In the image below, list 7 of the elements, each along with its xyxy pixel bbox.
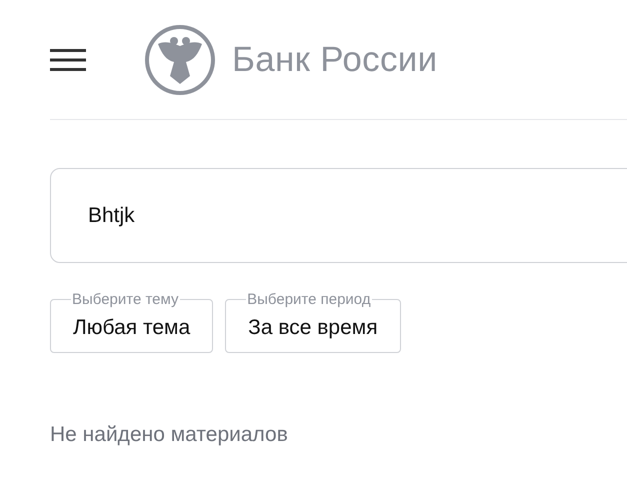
brand-name: Банк России <box>232 40 438 80</box>
eagle-icon <box>144 24 216 96</box>
empty-message: Не найдено материалов <box>50 423 289 447</box>
menu-icon[interactable] <box>50 48 86 72</box>
filter-select[interactable]: Выберите тему Любая тема <box>50 291 214 353</box>
search-field[interactable]: Bhtjk <box>50 168 627 263</box>
filter-select[interactable]: Выберите период За все время <box>225 291 401 353</box>
